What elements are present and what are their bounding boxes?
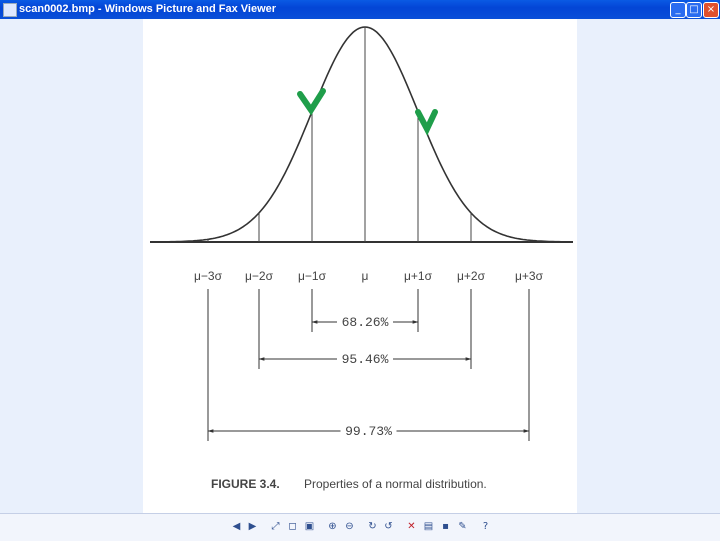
previous-image-icon[interactable]: ◀ — [230, 520, 243, 533]
tick-label-plus-1-sigma: μ+1σ — [404, 269, 433, 283]
interval-label-99: 99.73% — [345, 424, 392, 439]
edit-icon[interactable]: ✎ — [456, 520, 469, 533]
tick-label-plus-3-sigma: μ+3σ — [515, 269, 544, 283]
best-fit-icon[interactable]: ⤢ — [269, 520, 282, 533]
green-annotation-marks — [297, 88, 438, 136]
slideshow-icon[interactable]: ▣ — [303, 520, 316, 533]
close-button[interactable]: × — [703, 2, 719, 18]
actual-size-icon[interactable]: ◻ — [286, 520, 299, 533]
save-icon[interactable]: ▪ — [439, 520, 452, 533]
help-icon[interactable]: ? — [479, 520, 492, 533]
scanned-image: μ−3σ μ−2σ μ−1σ μ μ+1σ μ+2σ μ+3σ 68.26% 9… — [143, 19, 577, 513]
tick-label-plus-2-sigma: μ+2σ — [457, 269, 486, 283]
tick-labels: μ−3σ μ−2σ μ−1σ μ μ+1σ μ+2σ μ+3σ — [194, 269, 544, 283]
green-check-mark-right — [415, 109, 438, 136]
image-viewer-area: μ−3σ μ−2σ μ−1σ μ μ+1σ μ+2σ μ+3σ 68.26% 9… — [0, 19, 720, 513]
zoom-in-icon[interactable]: ⊕ — [326, 520, 339, 533]
next-image-icon[interactable]: ▶ — [246, 520, 259, 533]
interval-label-95: 95.46% — [342, 352, 389, 367]
tick-label-minus-2-sigma: μ−2σ — [245, 269, 274, 283]
title-bar: scan0002.bmp - Windows Picture and Fax V… — [0, 0, 720, 19]
print-icon[interactable]: ▤ — [422, 520, 435, 533]
green-check-mark-left — [297, 88, 326, 116]
tick-label-minus-1-sigma: μ−1σ — [298, 269, 327, 283]
app-icon — [3, 3, 17, 17]
zoom-out-icon[interactable]: ⊖ — [343, 520, 356, 533]
viewer-toolbar: ◀ ▶ ⤢ ◻ ▣ ⊕ ⊖ ↻ ↺ ✕ ▤ ▪ ✎ ? — [0, 513, 720, 541]
delete-icon[interactable]: ✕ — [405, 520, 418, 533]
figure-caption-label: FIGURE 3.4. — [211, 477, 280, 491]
window-title: scan0002.bmp - Windows Picture and Fax V… — [19, 3, 277, 15]
figure-caption-text: Properties of a normal distribution. — [304, 477, 487, 491]
sigma-lines — [207, 27, 530, 242]
bell-curve — [155, 26, 573, 243]
normal-distribution-figure: μ−3σ μ−2σ μ−1σ μ μ+1σ μ+2σ μ+3σ 68.26% 9… — [150, 26, 573, 491]
rotate-counterclockwise-icon[interactable]: ↺ — [382, 520, 395, 533]
tick-label-minus-3-sigma: μ−3σ — [194, 269, 223, 283]
minimize-button[interactable]: _ — [670, 2, 686, 18]
interval-label-68: 68.26% — [342, 315, 389, 330]
rotate-clockwise-icon[interactable]: ↻ — [366, 520, 379, 533]
tick-label-mu: μ — [362, 269, 369, 283]
maximize-button[interactable]: □ — [686, 2, 702, 18]
